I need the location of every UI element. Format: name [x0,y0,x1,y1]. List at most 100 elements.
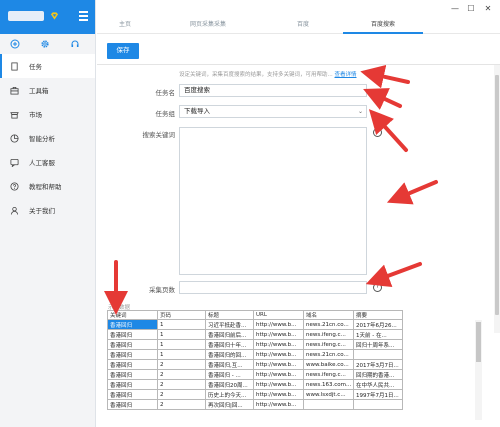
table-cell[interactable]: 香港回归 [107,369,158,380]
table-cell[interactable] [353,399,403,410]
sidebar-item-tasks[interactable]: 任务 [0,54,95,78]
headset-icon[interactable] [70,39,80,49]
form-scrollbar[interactable] [494,65,500,333]
table-row[interactable]: 香港回归 1 香港回归十年... http://www.b... news.ifeng.… [107,339,403,350]
table-cell[interactable]: http://www.b... [253,339,304,350]
task-group-select[interactable]: 下载导入 ⌄ [179,105,367,118]
table-cell[interactable]: 2017年6月26... [353,319,403,330]
table-cell[interactable]: 香港回归 [107,329,158,340]
hint-text: 设定关键词，采集百度搜索的结果，支持多关键词，可用帮助... [179,72,335,78]
table-cell[interactable]: news.ifeng.c... [303,339,354,350]
table-cell[interactable]: 1天前 - 在... [353,329,403,340]
table-cell[interactable]: www.lsxdjt.c... [303,389,354,400]
sidebar-item-analysis[interactable]: 智能分析 [0,126,95,150]
vip-gem-icon[interactable] [50,12,59,20]
table-row[interactable]: 香港回归 2 香港回归20周... http://www.b... news.163.c… [107,379,403,390]
table-cell[interactable]: http://www.b... [253,379,304,390]
sidebar-item-support[interactable]: 人工客服 [0,150,95,174]
table-cell[interactable]: 2 [157,359,206,370]
table-row[interactable]: 香港回归 1 香港回归前后... http://www.b... news.ifeng.… [107,329,403,340]
table-cell[interactable]: news.21cn.co... [303,349,354,360]
column-header: 摘要 [353,310,403,320]
table-cell[interactable]: http://www.b... [253,359,304,370]
task-name-input[interactable]: 百度搜索 [179,84,367,97]
table-cell[interactable]: http://www.b... [253,399,304,410]
pages-input[interactable] [179,281,367,294]
table-cell[interactable]: http://www.b... [253,329,304,340]
table-cell[interactable]: 香港回归 [107,319,158,330]
sidebar-item-about[interactable]: 关于我们 [0,198,95,222]
table-scrollbar[interactable] [475,320,482,420]
table-cell[interactable]: 香港回归 - ... [205,369,254,380]
table-cell[interactable]: news.ifeng.c... [303,329,354,340]
maximize-button[interactable]: ☐ [465,4,477,13]
table-cell[interactable]: 在中华人民共... [353,379,403,390]
table-cell[interactable]: 香港回归20周... [205,379,254,390]
hamburger-menu-icon[interactable] [79,11,88,21]
minimize-button[interactable]: — [449,4,461,13]
table-cell[interactable]: http://www.b... [253,389,304,400]
table-cell[interactable]: 香港回归 [107,339,158,350]
table-cell[interactable]: 1 [157,349,206,360]
table-cell[interactable]: 1997年7月1日... [353,389,403,400]
table-cell[interactable]: 1 [157,339,206,350]
table-cell[interactable]: 香港回归前后... [205,329,254,340]
keywords-textarea[interactable] [179,127,367,275]
table-cell[interactable]: news.163.com... [303,379,354,390]
sidebar-item-toolbox[interactable]: 工具箱 [0,78,95,102]
table-cell[interactable]: 2 [157,379,206,390]
column-header: URL [253,310,304,320]
help-icon [10,181,19,191]
table-cell[interactable]: 香港回归 [107,389,158,400]
table-cell[interactable]: 再次回归|回... [205,399,254,410]
tab-baidu-search[interactable]: 百度搜索 [343,18,423,34]
chat-icon [10,158,19,167]
sidebar-item-market[interactable]: 市场 [0,102,95,126]
table-cell[interactable]: http://www.b... [253,319,304,330]
table-cell[interactable]: 1 [157,319,206,330]
plus-circle-icon[interactable] [10,39,20,49]
table-cell[interactable]: 2 [157,369,206,380]
table-cell[interactable]: 习近平抵赴香... [205,319,254,330]
table-cell[interactable]: 香港回归 [107,379,158,390]
table-row[interactable]: 香港回归 2 再次回归|回... http://www.b... [107,399,403,410]
table-row[interactable]: 香港回归 2 香港回归,互... http://www.b... www.baike.c… [107,359,403,370]
table-cell[interactable]: 香港回归的回... [205,349,254,360]
scrollbar-thumb[interactable] [495,75,499,315]
table-cell[interactable]: news.21cn.co... [303,319,354,330]
table-cell[interactable]: news.ifeng.c... [303,369,354,380]
table-cell[interactable]: 香港回归 [107,349,158,360]
sidebar-item-help[interactable]: 教程和帮助 [0,174,95,198]
view-details-link[interactable]: 查看详情 [335,72,357,78]
table-cell[interactable] [303,399,354,410]
table-cell[interactable]: http://www.b... [253,369,304,380]
pages-help-icon[interactable]: ? [373,283,382,292]
gear-icon[interactable] [40,39,50,49]
scrollbar-thumb[interactable] [476,322,481,362]
tab-home[interactable]: 主页 [97,18,153,34]
table-cell[interactable]: 香港回归 [107,399,158,410]
table-cell[interactable]: http://www.b... [253,349,304,360]
table-row[interactable]: 香港回归 2 香港回归 - ... http://www.b... news.ifeng… [107,369,403,380]
table-cell[interactable] [353,349,403,360]
table-cell[interactable]: www.baike.co... [303,359,354,370]
keywords-help-icon[interactable]: ? [373,128,382,137]
table-cell[interactable]: 2 [157,389,206,400]
table-row[interactable]: 香港回归 1 香港回归的回... http://www.b... news.21cn.c… [107,349,403,360]
table-cell[interactable]: 2017年3月7日... [353,359,403,370]
table-cell[interactable]: 历史上的今天... [205,389,254,400]
sidebar-header [0,0,95,34]
table-cell[interactable]: 1 [157,329,206,340]
close-button[interactable]: ✕ [482,4,494,13]
table-row[interactable]: 香港回归 1 习近平抵赴香... http://www.b... news.21cn.c… [107,319,403,330]
tab-baidu[interactable]: 百度 [263,18,343,34]
table-cell[interactable]: 香港回归十年... [205,339,254,350]
table-cell[interactable]: 香港回归,互... [205,359,254,370]
table-cell[interactable]: 回归十周年系... [353,339,403,350]
table-cell[interactable]: 香港回归 [107,359,158,370]
save-button[interactable]: 保存 [107,43,139,59]
table-cell[interactable]: 2 [157,399,206,410]
table-cell[interactable]: 回归期的香港... [353,369,403,380]
tab-web-collect[interactable]: 网页采集采集 [153,18,263,34]
table-row[interactable]: 香港回归 2 历史上的今天... http://www.b... www.lsxdjt.… [107,389,403,400]
